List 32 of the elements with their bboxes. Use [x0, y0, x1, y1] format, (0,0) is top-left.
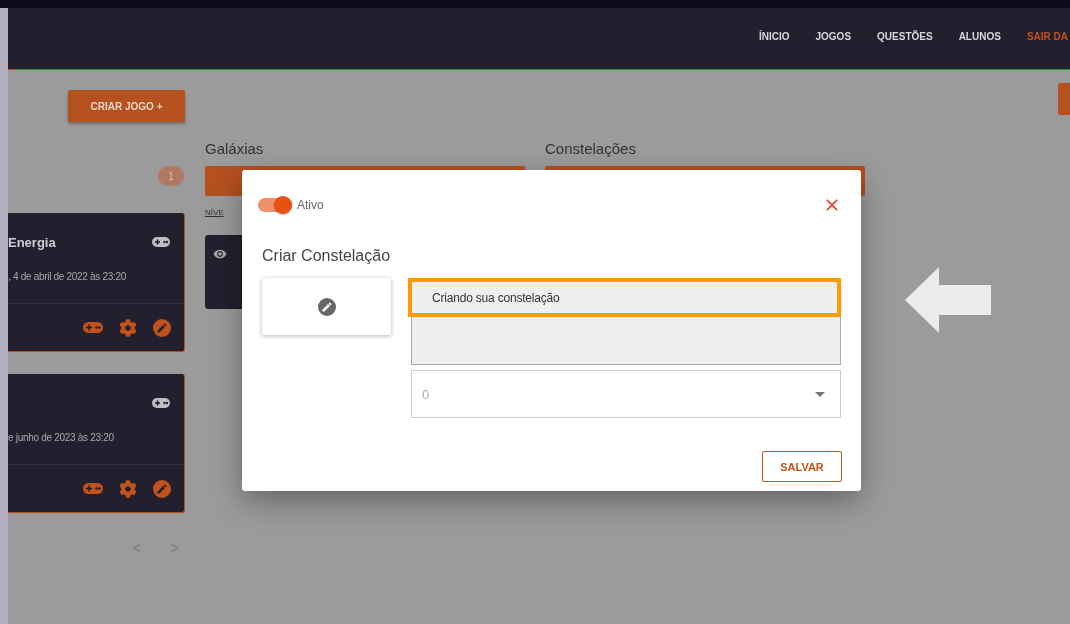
nav-link[interactable]: ÍNICIO	[758, 31, 790, 42]
gamepad-icon[interactable]	[83, 322, 103, 333]
description-field[interactable]	[411, 317, 841, 365]
save-button[interactable]: SALVAR	[762, 451, 842, 482]
arrow-icon	[905, 267, 991, 333]
create-game-button[interactable]: CRIAR JOGO +	[68, 90, 185, 122]
edit-icon	[317, 297, 336, 316]
game-date: , 4 de abril de 2022 às 23:20	[8, 271, 128, 282]
game-title: Energia	[8, 234, 56, 250]
name-field[interactable]: Criando sua constelação	[408, 278, 841, 317]
dialog-title: Criar Constelação	[262, 247, 392, 265]
switch-label: Ativo	[297, 198, 324, 212]
gamepad-icon	[152, 237, 170, 247]
settings-icon[interactable]	[119, 479, 137, 498]
edit-icon[interactable]	[153, 318, 171, 337]
count-badge: 1	[158, 166, 184, 186]
level-label: NÍVE	[205, 208, 225, 217]
edit-icon[interactable]	[153, 479, 171, 498]
gamepad-icon[interactable]	[83, 483, 103, 494]
column-title: Constelações	[545, 140, 637, 158]
select-field[interactable]: 0	[411, 370, 841, 418]
eye-icon[interactable]	[213, 247, 227, 261]
active-switch[interactable]	[258, 198, 292, 212]
nav-link[interactable]: QUESTÕES	[877, 31, 933, 42]
column-title: Galáxias	[205, 140, 265, 158]
gamepad-icon	[152, 398, 170, 408]
nav-link[interactable]: JOGOS	[815, 31, 852, 42]
logout-link[interactable]: SAIR DA	[1026, 31, 1068, 42]
game-date: e junho de 2023 às 23:20	[8, 432, 115, 443]
settings-icon[interactable]	[119, 318, 137, 337]
nav-link[interactable]: ALUNOS	[958, 31, 1001, 42]
image-upload-card[interactable]	[262, 278, 391, 335]
